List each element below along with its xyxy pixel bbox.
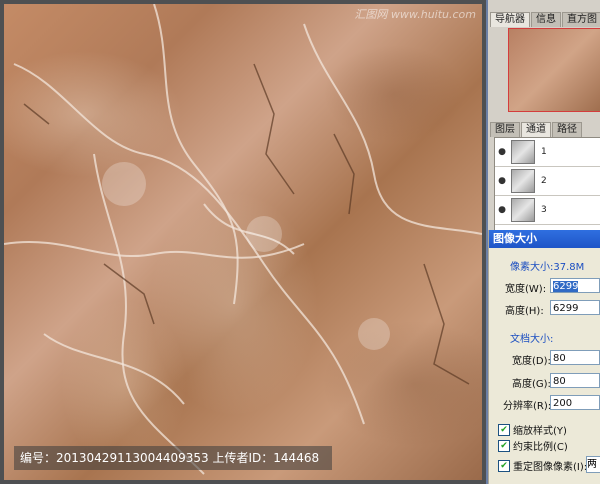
marble-veins — [4, 4, 482, 475]
site-watermark: 汇图网 www.huitu.com — [354, 8, 476, 21]
channel-label: 3 — [541, 205, 547, 215]
channel-thumbnail — [511, 198, 535, 222]
channel-thumbnail — [511, 140, 535, 164]
watermark-caption: 编号：20130429113004409353 上传者ID：144468 — [14, 446, 332, 470]
document-canvas[interactable]: 汇图网 www.huitu.com 编号：2013042911300440935… — [0, 0, 486, 484]
document-size-heading: 文档大小: — [510, 334, 554, 345]
navigator-preview[interactable] — [508, 28, 600, 112]
dialog-title[interactable]: 图像大小 — [489, 230, 600, 248]
resolution-input[interactable]: 200 — [550, 395, 600, 410]
channel-label: 1 — [541, 147, 547, 157]
tab-channels[interactable]: 通道 — [521, 122, 551, 137]
channel-row[interactable]: ● 2 — [495, 167, 600, 196]
doc-width-input[interactable]: 80 — [550, 350, 600, 365]
pixel-width-label: 宽度(W): — [505, 284, 547, 295]
constrain-proportions-checkbox-row[interactable]: ✔ 约束比例(C) — [498, 438, 568, 453]
channel-row[interactable]: ● 3 — [495, 196, 600, 225]
constrain-proportions-label: 约束比例(C) — [513, 442, 568, 453]
resample-label: 重定图像像素(I): — [513, 462, 588, 473]
marble-texture-image: 汇图网 www.huitu.com — [4, 4, 482, 480]
eye-icon[interactable]: ● — [495, 176, 509, 186]
resample-checkbox-row[interactable]: ✔ 重定图像像素(I): — [498, 458, 587, 473]
tab-histogram[interactable]: 直方图 — [562, 12, 600, 27]
channel-label: 2 — [541, 176, 547, 186]
checkmark-icon[interactable]: ✔ — [498, 459, 510, 472]
channel-row[interactable]: ● 1 — [495, 138, 600, 167]
resample-method-select[interactable]: 两次 — [586, 456, 600, 473]
channels-list: ● 1 ● 2 ● 3 — [494, 137, 600, 235]
eye-icon[interactable]: ● — [495, 147, 509, 157]
layers-tabbar: 图层 通道 路径 — [490, 122, 583, 137]
checkmark-icon[interactable]: ✔ — [498, 423, 510, 436]
pixel-width-input[interactable]: 6299 — [550, 278, 600, 293]
eye-icon[interactable]: ● — [495, 205, 509, 215]
pixel-height-label: 高度(H): — [505, 306, 544, 317]
resolution-label: 分辨率(R): — [503, 401, 552, 412]
doc-height-label: 高度(G): — [512, 379, 551, 390]
tab-paths[interactable]: 路径 — [552, 122, 582, 137]
navigator-tabbar: 导航器 信息 直方图 — [490, 12, 600, 27]
tab-layers[interactable]: 图层 — [490, 122, 520, 137]
scale-styles-label: 缩放样式(Y) — [513, 426, 567, 437]
pixel-height-input[interactable]: 6299 — [550, 300, 600, 315]
pixel-dimensions-heading: 像素大小:37.8M — [510, 262, 585, 273]
tab-navigator[interactable]: 导航器 — [490, 12, 530, 27]
tab-info[interactable]: 信息 — [531, 12, 561, 27]
pixel-width-value: 6299 — [553, 281, 579, 292]
doc-height-input[interactable]: 80 — [550, 373, 600, 388]
channel-thumbnail — [511, 169, 535, 193]
doc-width-label: 宽度(D): — [512, 356, 551, 367]
scale-styles-checkbox-row[interactable]: ✔ 缩放样式(Y) — [498, 422, 567, 437]
checkmark-icon[interactable]: ✔ — [498, 439, 510, 452]
